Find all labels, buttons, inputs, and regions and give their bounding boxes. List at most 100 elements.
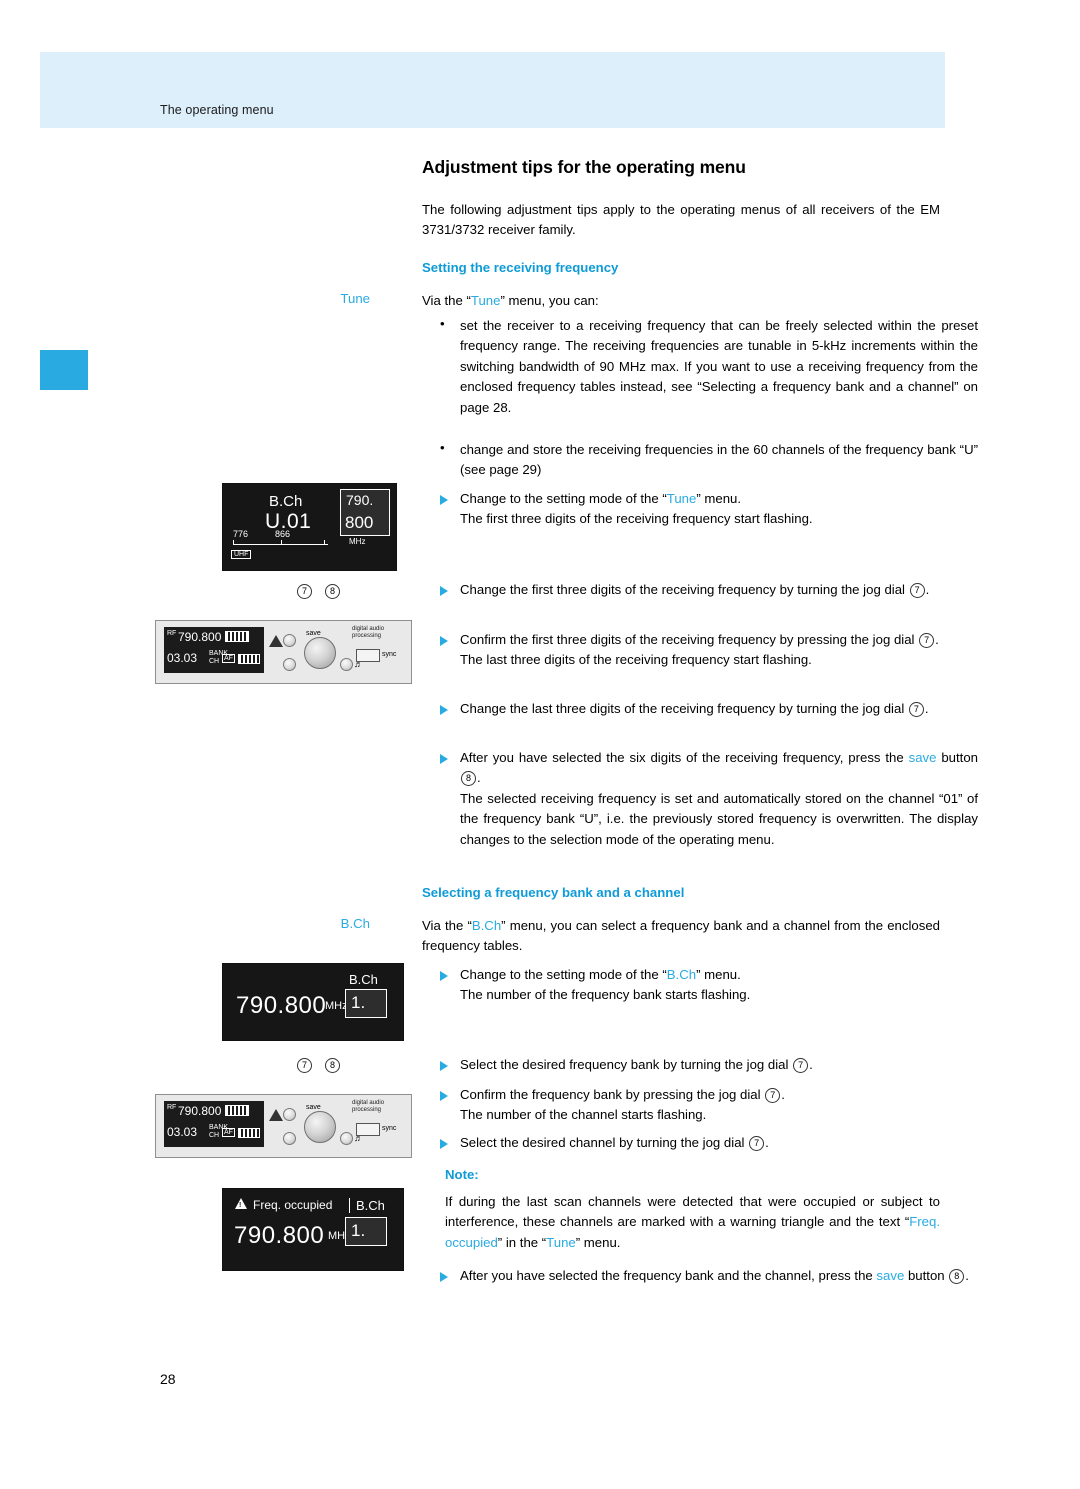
callout-number: 8 (949, 1269, 965, 1284)
tune-link: Tune (546, 1234, 576, 1250)
panel2-button-down[interactable] (283, 1132, 296, 1145)
callout-7: 7 (296, 1058, 313, 1073)
display2-value-box: 1. (345, 989, 387, 1018)
panel1-bargraph (225, 631, 249, 642)
panel2-dap-label: digital audio processing (352, 1100, 385, 1113)
step-text-end: . (477, 770, 481, 786)
panel1-sync-label: sync (382, 651, 397, 658)
step-text-end: . (924, 701, 929, 716)
arrow-bullet-icon (440, 1091, 448, 1101)
step-text-end: . (965, 1268, 969, 1283)
panel2-button-up[interactable] (283, 1108, 296, 1121)
callout-number: 7 (909, 583, 925, 598)
display1-band: UHF (231, 550, 252, 559)
bullet-item: • change and store the receiving frequen… (440, 440, 978, 478)
arrow-bullet-icon (440, 754, 448, 764)
panel1-ch-label: CH (209, 658, 220, 665)
callout-number: 7 (919, 633, 935, 648)
margin-label-bch: B.Ch (340, 916, 370, 931)
display1-tick-mid (281, 540, 282, 545)
display1-freq-bottom-box: 800 (340, 511, 390, 536)
callout-number: 8 (461, 771, 476, 787)
note-part1: If during the last scan channels were de… (445, 1194, 940, 1230)
display3-warning-text: Freq. occupied (253, 1198, 333, 1212)
page-title: Adjustment tips for the operating menu (422, 157, 746, 177)
chapter-tab (40, 350, 88, 390)
bullet-dot: • (440, 316, 445, 331)
jog-dial[interactable] (304, 1111, 336, 1143)
panel1-button-down[interactable] (283, 658, 296, 671)
step-note: The selected receiving frequency is set … (460, 790, 978, 847)
warning-exclamation: ! (239, 1202, 242, 1209)
sync-button[interactable] (356, 649, 380, 662)
step-text-end: . (781, 1087, 785, 1102)
display-bch-menu: 790.800 MHz B.Ch 1. (222, 963, 404, 1041)
sync-button[interactable] (356, 1123, 380, 1136)
step-text: Change the last three digits of the rece… (460, 701, 908, 716)
panel2-ch-label: CH (209, 1132, 220, 1139)
display3-value: 1. (351, 1221, 366, 1240)
step-text-end: . (809, 1057, 813, 1072)
bch-link: B.Ch (471, 918, 502, 933)
panel1-channel: 03.03 (167, 651, 198, 665)
step-item: After you have selected the frequency ba… (422, 1266, 978, 1286)
panel2-display: RF 790.800 03.03 BANK CH AF (164, 1101, 264, 1147)
intro-paragraph: The following adjustment tips apply to t… (422, 202, 940, 238)
jog-dial[interactable] (304, 637, 336, 669)
callout-7: 7 (296, 584, 313, 599)
display2-value: 1. (351, 993, 366, 1012)
arrow-bullet-icon (440, 705, 448, 715)
step-text-end: ” menu. (696, 491, 742, 506)
margin-label-tune: Tune (340, 291, 370, 306)
display-tune-menu: B.Ch U.01 790. 800 MHz 776 866 UHF (222, 483, 397, 571)
section1-heading: Setting the receiving frequency (422, 260, 619, 275)
step-item: Select the desired frequency bank by tur… (422, 1055, 978, 1075)
display-freq-occupied: ! Freq. occupied B.Ch 790.800 MHz 1. (222, 1188, 404, 1271)
step-item: Confirm the frequency bank by pressing t… (422, 1085, 978, 1126)
bullet-dot: • (440, 440, 445, 455)
step-item: Change the first three digits of the rec… (422, 580, 978, 600)
step-item: After you have selected the six digits o… (422, 748, 978, 850)
lead-prefix: Via the “ (422, 918, 472, 933)
lead-prefix: Via the “ (422, 293, 471, 308)
step-text-mid: button (904, 1268, 949, 1283)
save-link: save (876, 1268, 905, 1283)
panel2-rf-label: RF (167, 1104, 177, 1111)
panel1-af-bar (238, 654, 260, 664)
panel2-sync-label: sync (382, 1125, 397, 1132)
panel1-display: RF 790.800 03.03 BANK CH AF (164, 627, 264, 673)
panel2-bargraph (225, 1105, 249, 1116)
panel2-freq: 790.800 (178, 1104, 222, 1118)
display3-value-box: 1. (345, 1217, 387, 1246)
headphone-volume-knob[interactable] (340, 1132, 353, 1145)
receiver-front-panel: RF 790.800 03.03 BANK CH AF ♬ save digit… (155, 620, 412, 684)
callout-8: 8 (324, 1058, 341, 1073)
arrow-bullet-icon (440, 586, 448, 596)
step-text: Confirm the frequency bank by pressing t… (460, 1087, 765, 1102)
step-item: Confirm the first three digits of the re… (422, 630, 978, 671)
step-text: Confirm the first three digits of the re… (460, 632, 919, 647)
display1-freq-top-box: 790. (340, 489, 390, 513)
arrow-bullet-icon (440, 1272, 448, 1282)
arrow-bullet-icon (440, 1061, 448, 1071)
step-text-end: . (925, 582, 930, 597)
panel1-button-up[interactable] (283, 634, 296, 647)
warning-triangle-icon (269, 635, 283, 647)
headphone-volume-knob[interactable] (340, 658, 353, 671)
display3-bch-label: B.Ch (349, 1198, 385, 1213)
page-number: 28 (160, 1371, 176, 1387)
tune-link: Tune (666, 491, 697, 506)
display1-unit: MHz (349, 537, 366, 546)
display1-scale-high: 866 (275, 529, 291, 539)
step-text-end: . (765, 1135, 769, 1150)
display2-bch-label: B.Ch (349, 972, 378, 987)
panel1-dap-label: digital audio processing (352, 626, 385, 639)
callout-8: 8 (324, 584, 341, 599)
panel2-af-bar (238, 1128, 260, 1138)
bch-link: B.Ch (666, 967, 697, 982)
step-text: Change to the setting mode of the “ (460, 967, 667, 982)
callout-number: 7 (908, 702, 924, 717)
panel2-save-label: save (306, 1104, 321, 1111)
note-part3: ” menu. (575, 1234, 621, 1250)
step-text: Change to the setting mode of the “ (460, 491, 667, 506)
